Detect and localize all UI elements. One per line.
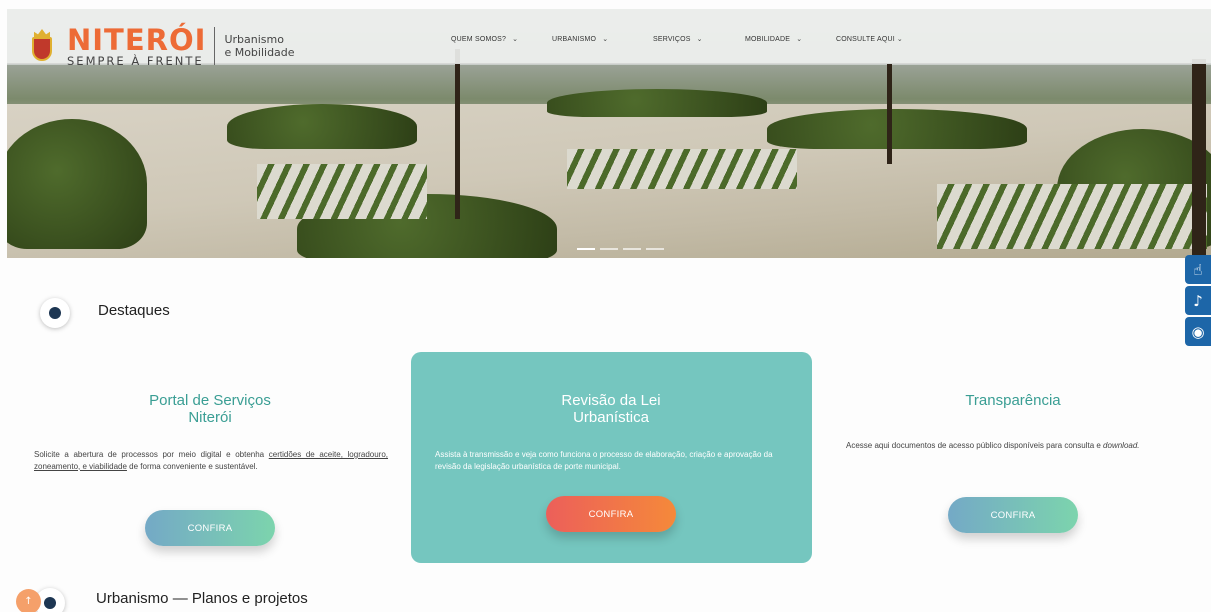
logo-subtitle: Urbanismo e Mobilidade <box>224 33 294 59</box>
card-text-portal-servicos: Solicite a abertura de processos por mei… <box>34 449 388 472</box>
confira-button-transparencia[interactable]: CONFIRA <box>948 497 1078 533</box>
card-title-line: Revisão da Lei <box>561 392 661 409</box>
nav-item-label: SERVIÇOS <box>653 36 691 43</box>
card-title-line: Niterói <box>188 409 232 426</box>
carousel-dot[interactable] <box>646 248 664 250</box>
chevron-down-icon: ⌄ <box>602 36 609 43</box>
logo-subtitle-line: Urbanismo <box>224 33 284 46</box>
nav-item-servicos[interactable]: SERVIÇOS ⌄ <box>653 35 703 43</box>
card-text-italic: download. <box>1103 441 1140 450</box>
site-logo[interactable]: NITERÓI SEMPRE À FRENTE Urbanismo e Mobi… <box>31 25 295 67</box>
card-title-line: Urbanística <box>573 409 649 426</box>
logo-divider <box>214 27 216 65</box>
card-text-part: Acesse aqui documentos de acesso público… <box>846 441 1104 450</box>
hero-shrub <box>547 89 767 117</box>
card-text-part: de forma conveniente e sustentável. <box>126 461 258 471</box>
low-vision-icon: ◉ <box>1191 322 1205 341</box>
hero-grass-strips <box>937 184 1207 249</box>
chevron-down-icon: ⌄ <box>896 36 903 43</box>
city-crest-icon <box>31 27 53 65</box>
card-text-part: Solicite a abertura de processos por mei… <box>34 450 269 459</box>
hero-tree-trunk <box>1192 59 1206 258</box>
carousel-dot[interactable] <box>600 248 618 250</box>
highlights-section-icon <box>40 298 70 328</box>
card-title-transparencia: Transparência <box>913 392 1113 409</box>
logo-text: NITERÓI SEMPRE À FRENTE <box>67 25 206 67</box>
carousel-dot[interactable] <box>577 248 595 250</box>
highlights-section-title: Destaques <box>98 302 170 319</box>
logo-tagline: SEMPRE À FRENTE <box>67 54 204 68</box>
hero-shrub <box>767 109 1027 149</box>
nav-item-consulte-aqui[interactable]: CONSULTE AQUI ⌄ <box>836 35 903 43</box>
hero-shrub <box>227 104 417 149</box>
logo-subtitle-line: e Mobilidade <box>224 46 295 59</box>
nav-item-urbanismo[interactable]: URBANISMO ⌄ <box>552 35 608 43</box>
chevron-down-icon: ⌄ <box>796 36 803 43</box>
sign-language-button[interactable]: ☝ <box>1185 255 1211 284</box>
nav-item-label: QUEM SOMOS? <box>451 36 507 43</box>
carousel-dot[interactable] <box>623 248 641 250</box>
nav-item-label: URBANISMO <box>552 36 597 43</box>
nav-item-quem-somos[interactable]: QUEM SOMOS? ⌄ <box>451 35 518 43</box>
audio-description-button[interactable]: ♪ <box>1185 286 1211 315</box>
sign-language-icon: ☝ <box>1193 260 1203 279</box>
hero-shrub <box>7 119 147 249</box>
arrow-up-icon: ↑ <box>24 596 33 607</box>
card-text-transparencia: Acesse aqui documentos de acesso público… <box>846 440 1191 452</box>
audio-description-icon: ♪ <box>1193 291 1203 310</box>
confira-button-portal-servicos[interactable]: CONFIRA <box>145 510 275 546</box>
hero-grass-strips <box>257 164 427 219</box>
card-title-line: Portal de Serviços <box>149 392 271 409</box>
logo-name: NITERÓI <box>67 23 207 57</box>
low-vision-button[interactable]: ◉ <box>1185 317 1211 346</box>
card-text-revisao-lei: Assista à transmissão e veja como funcio… <box>435 450 773 471</box>
hero-tree-trunk <box>887 64 892 164</box>
hero-grass-strips <box>567 149 797 189</box>
nav-item-label: CONSULTE AQUI <box>836 36 895 43</box>
confira-button-revisao-lei[interactable]: CONFIRA <box>546 496 676 532</box>
nav-item-mobilidade[interactable]: MOBILIDADE ⌄ <box>745 35 802 43</box>
carousel-indicators[interactable] <box>577 248 664 250</box>
hero-tree-trunk <box>455 49 460 219</box>
plans-section-title: Urbanismo — Planos e projetos <box>96 590 308 607</box>
site-header: NITERÓI SEMPRE À FRENTE Urbanismo e Mobi… <box>7 9 1211 67</box>
chevron-down-icon: ⌄ <box>512 36 519 43</box>
accessibility-toolbar: ☝ ♪ ◉ <box>1185 255 1211 346</box>
scroll-to-top-button[interactable]: ↑ <box>16 589 41 612</box>
page: NITERÓI SEMPRE À FRENTE Urbanismo e Mobi… <box>0 0 1211 612</box>
nav-item-label: MOBILIDADE <box>745 36 791 43</box>
card-title-revisao-lei: Revisão da Lei Urbanística <box>511 392 711 426</box>
card-title-line: Transparência <box>965 392 1061 409</box>
chevron-down-icon: ⌄ <box>696 36 703 43</box>
card-title-portal-servicos: Portal de Serviços Niterói <box>110 392 310 426</box>
